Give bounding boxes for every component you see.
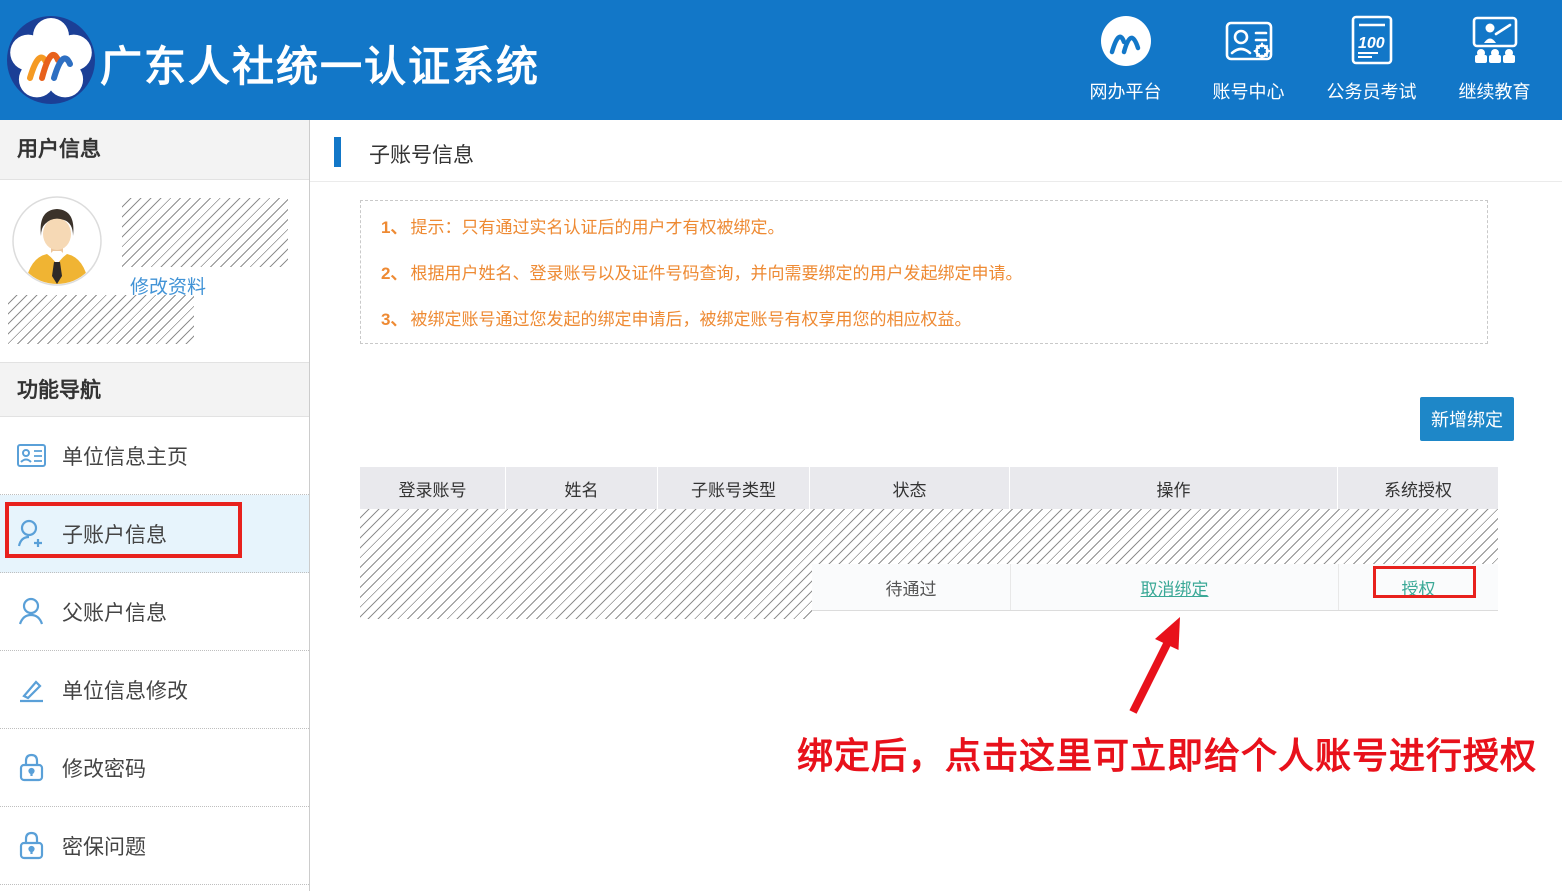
app-title: 广东人社统一认证系统 [100, 33, 540, 94]
sidebar-item-label: 子账户信息 [62, 519, 167, 549]
action-cell: 取消绑定 [1010, 564, 1338, 610]
user-section-title: 用户信息 [0, 120, 309, 180]
app-logo-icon [6, 15, 96, 105]
table-header-row: 登录账号 姓名 子账号类型 状态 操作 系统授权 [360, 467, 1498, 509]
redacted-account-cells [360, 509, 812, 619]
tip-line: 3、 被绑定账号通过您发起的绑定申请后，被绑定账号有权享用您的相应权益。 [381, 309, 1477, 355]
portal-icon [1097, 12, 1155, 70]
nav-item-civil-exam[interactable]: 100 公务员考试 [1310, 12, 1433, 104]
sidebar-item-label: 单位信息主页 [62, 441, 188, 471]
tip-number: 3、 [381, 309, 407, 331]
main-content: 子账号信息 1、 提示：只有通过实名认证后的用户才有权被绑定。 2、 根据用户姓… [310, 120, 1562, 891]
sidebar-item-parent-account[interactable]: 父账户信息 [0, 573, 309, 651]
tip-number: 2、 [381, 263, 407, 285]
user-add-icon [16, 518, 47, 549]
edit-icon [16, 674, 47, 705]
row-cells: 待通过 取消绑定 授权 [812, 564, 1498, 611]
sidebar-nav: 单位信息主页 子账户信息 父账户信息 [0, 417, 309, 885]
account-center-icon [1220, 12, 1278, 70]
sidebar-item-sub-account[interactable]: 子账户信息 [0, 495, 309, 573]
tip-text: 被绑定账号通过您发起的绑定申请后，被绑定账号有权享用您的相应权益。 [410, 309, 971, 331]
nav-label: 网办平台 [1090, 78, 1162, 104]
sidebar-item-label: 密保问题 [62, 831, 146, 861]
nav-item-portal[interactable]: 网办平台 [1064, 12, 1187, 104]
continuing-education-icon [1466, 12, 1524, 70]
sidebar: 用户信息 修改资料 功能导航 [0, 120, 310, 891]
sidebar-item-label: 单位信息修改 [62, 675, 188, 705]
lock-icon [16, 752, 47, 783]
column-header: 姓名 [506, 467, 658, 509]
sidebar-item-label: 父账户信息 [62, 597, 167, 627]
nav-label: 账号中心 [1213, 78, 1285, 104]
lock-icon [16, 830, 47, 861]
tip-line: 1、 提示：只有通过实名认证后的用户才有权被绑定。 [381, 217, 1477, 263]
tip-line: 2、 根据用户姓名、登录账号以及证件号码查询，并向需要绑定的用户发起绑定申请。 [381, 263, 1477, 309]
column-header: 系统授权 [1338, 467, 1498, 509]
svg-text:100: 100 [1358, 35, 1385, 52]
page-title-bar: 子账号信息 [310, 120, 1562, 182]
tip-number: 1、 [381, 217, 407, 239]
redacted-user-name [122, 198, 288, 267]
page: 广东人社统一认证系统 网办平台 账号中心 [0, 0, 1562, 891]
authorize-link[interactable]: 授权 [1402, 575, 1436, 600]
user-icon [16, 596, 47, 627]
nav-section-title: 功能导航 [0, 362, 309, 417]
sidebar-item-label: 修改密码 [62, 753, 146, 783]
column-header: 状态 [810, 467, 1010, 509]
tip-text: 提示：只有通过实名认证后的用户才有权被绑定。 [410, 217, 784, 239]
sidebar-item-unit-edit[interactable]: 单位信息修改 [0, 651, 309, 729]
column-header: 操作 [1010, 467, 1338, 509]
nav-item-account-center[interactable]: 账号中心 [1187, 12, 1310, 104]
tips-box: 1、 提示：只有通过实名认证后的用户才有权被绑定。 2、 根据用户姓名、登录账号… [360, 200, 1488, 344]
authorize-cell: 授权 [1338, 564, 1498, 610]
tutorial-arrow-icon [1120, 605, 1200, 725]
title-accent-bar [334, 137, 341, 167]
header-nav: 网办平台 账号中心 100 [1064, 12, 1556, 104]
tutorial-annotation-text: 绑定后，点击这里可立即给个人账号进行授权 [797, 727, 1537, 779]
table-row: 待通过 取消绑定 授权 [360, 509, 1498, 619]
column-header: 子账号类型 [658, 467, 810, 509]
tip-text: 根据用户姓名、登录账号以及证件号码查询，并向需要绑定的用户发起绑定申请。 [410, 263, 1022, 285]
nav-item-continuing-education[interactable]: 继续教育 [1433, 12, 1556, 104]
add-binding-button[interactable]: 新增绑定 [1420, 397, 1514, 441]
app-header: 广东人社统一认证系统 网办平台 账号中心 [0, 0, 1562, 120]
page-title: 子账号信息 [369, 139, 474, 169]
status-cell: 待通过 [812, 564, 1010, 610]
nav-label: 公务员考试 [1327, 78, 1417, 104]
sidebar-item-unit-home[interactable]: 单位信息主页 [0, 417, 309, 495]
redacted-user-id [8, 295, 194, 344]
cancel-binding-link[interactable]: 取消绑定 [1141, 575, 1209, 600]
sidebar-item-change-password[interactable]: 修改密码 [0, 729, 309, 807]
sidebar-item-security-question[interactable]: 密保问题 [0, 807, 309, 885]
column-header: 登录账号 [360, 467, 506, 509]
nav-label: 继续教育 [1459, 78, 1531, 104]
civil-exam-icon: 100 [1343, 12, 1401, 70]
sub-account-table: 登录账号 姓名 子账号类型 状态 操作 系统授权 待通过 取消绑定 授权 [360, 467, 1498, 619]
id-card-icon [16, 440, 47, 471]
avatar [12, 196, 102, 286]
